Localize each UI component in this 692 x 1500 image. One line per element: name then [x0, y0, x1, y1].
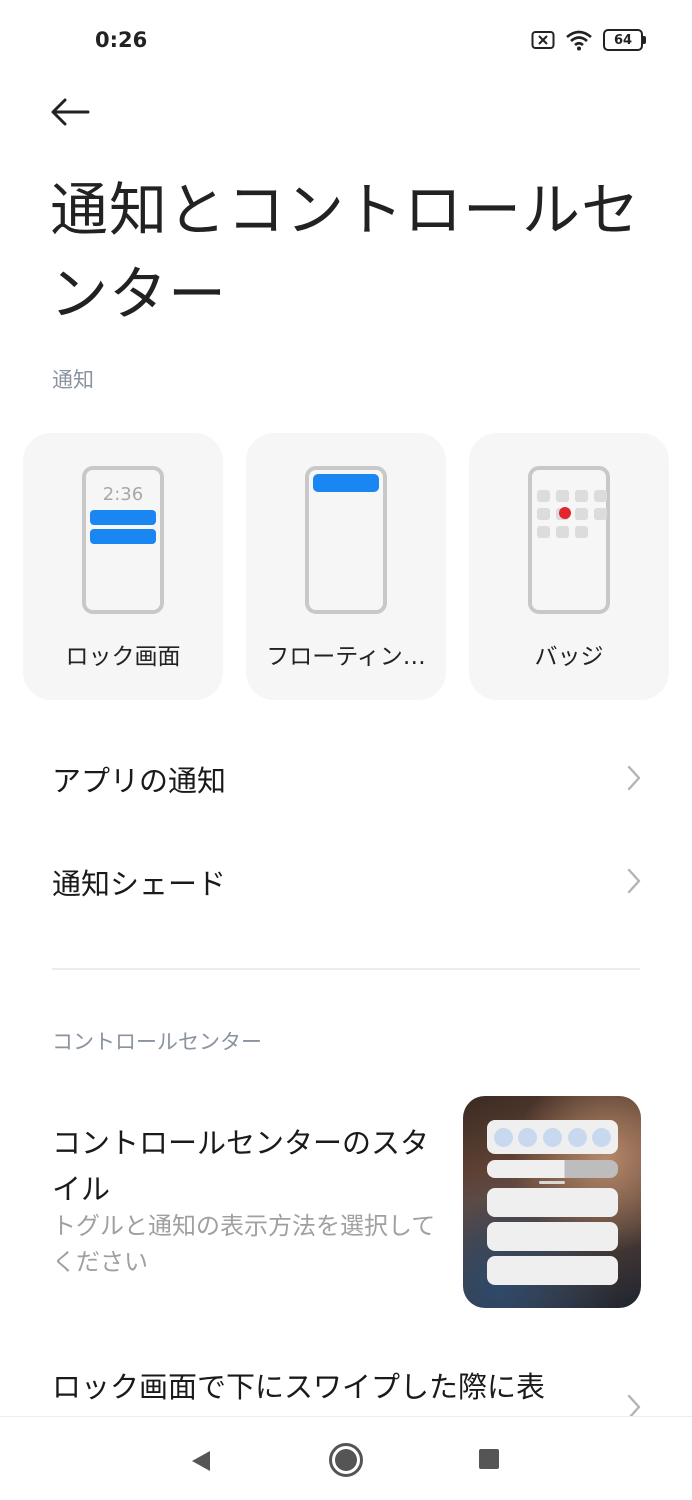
preview-notification: [487, 1256, 618, 1285]
nav-recents-icon[interactable]: [479, 1449, 499, 1469]
style-description: トグルと通知の表示方法を選択してください: [52, 1212, 436, 1276]
section-header-notifications: 通知: [52, 368, 94, 392]
notification-type-cards: 2:36 ロック画面 フローティン… バッジ: [23, 433, 669, 700]
card-label: ロック画面: [65, 644, 181, 670]
preview-notification: [487, 1222, 618, 1251]
page-title: 通知とコントロールセンター: [50, 176, 641, 328]
illustration-clock: 2:36: [102, 484, 144, 505]
wifi-icon: [565, 29, 593, 51]
badge-illustration: [528, 466, 610, 614]
floating-notification-illustration: [305, 466, 387, 614]
card-badges[interactable]: バッジ: [469, 433, 669, 700]
preview-toggle-row: [487, 1120, 618, 1154]
style-title: コントロールセンターのスタイル: [52, 1126, 430, 1206]
back-arrow-icon: [50, 97, 90, 131]
card-lock-screen[interactable]: 2:36 ロック画面: [23, 433, 223, 700]
battery-level: 64: [603, 29, 643, 51]
section-header-control-center: コントロールセンター: [52, 1030, 262, 1054]
battery-icon: 64: [603, 29, 646, 51]
preview-brightness-slider: [487, 1160, 618, 1178]
preview-handle: [539, 1181, 565, 1184]
sim-error-icon: [531, 30, 555, 50]
navigation-bar: [0, 1416, 692, 1500]
menu-item-notification-shade[interactable]: 通知シェード: [0, 831, 692, 931]
menu-item-control-center-style[interactable]: コントロールセンターのスタイル トグルと通知の表示方法を選択してください: [0, 1096, 692, 1308]
back-button[interactable]: [50, 92, 100, 136]
illustration-floating-bar: [313, 474, 379, 492]
status-icons: 64: [531, 29, 646, 51]
nav-back-icon[interactable]: [190, 1449, 212, 1477]
illustration-notification-bar: [90, 529, 156, 544]
nav-home-icon[interactable]: [329, 1443, 363, 1477]
lock-screen-illustration: 2:36: [82, 466, 164, 614]
menu-item-label: 通知シェード: [52, 867, 227, 901]
menu-item-label: アプリの通知: [52, 764, 227, 798]
badge-dot-icon: [559, 507, 571, 519]
illustration-app-grid: [537, 490, 607, 538]
section-divider: [52, 968, 640, 970]
control-center-style-preview: [463, 1096, 641, 1308]
menu-item-app-notifications[interactable]: アプリの通知: [0, 728, 692, 828]
status-bar: 0:26 64: [0, 0, 692, 80]
card-floating[interactable]: フローティン…: [246, 433, 446, 700]
preview-notification: [487, 1188, 618, 1217]
illustration-notification-bar: [90, 510, 156, 525]
chevron-right-icon: [626, 764, 642, 796]
chevron-right-icon: [626, 867, 642, 899]
card-label: フローティン…: [266, 644, 426, 670]
status-time: 0:26: [95, 28, 148, 52]
card-label: バッジ: [534, 644, 604, 670]
menu-item-lock-screen-swipe[interactable]: ロック画面で下にスワイプした際に表: [52, 1364, 545, 1406]
